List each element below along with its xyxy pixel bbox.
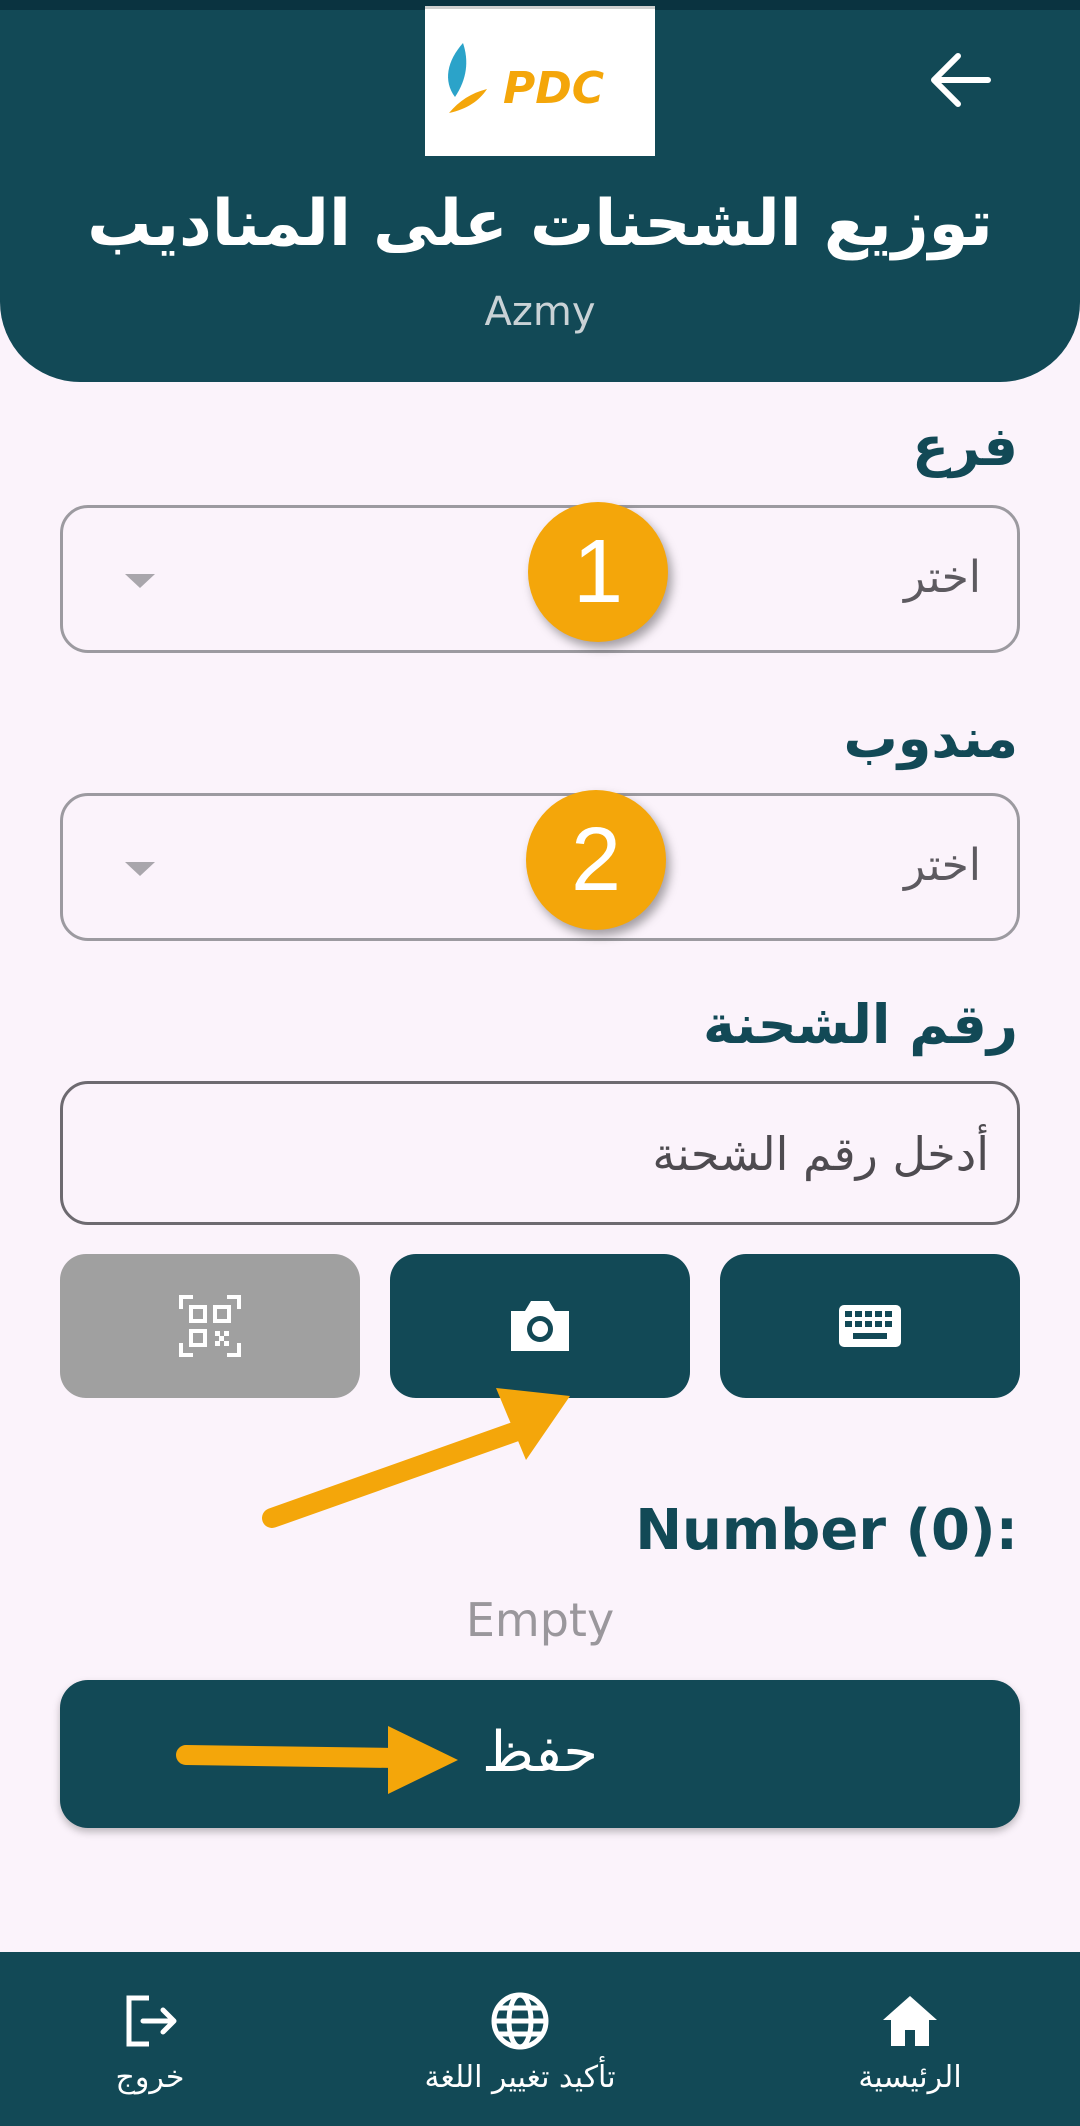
shipment-label: رقم الشحنة: [702, 993, 1018, 1056]
nav-item-logout[interactable]: خروج: [90, 1952, 210, 2126]
nav-item-language[interactable]: تأكيد تغيير اللغة: [380, 1952, 660, 2126]
keyboard-input-button[interactable]: [720, 1254, 1020, 1398]
globe-icon: [491, 1992, 549, 2050]
logout-icon: [126, 1995, 177, 2047]
nav-item-language-label: تأكيد تغيير اللغة: [424, 2060, 616, 2095]
step-badge-1: 1: [528, 502, 668, 642]
shipment-count-label: Number (0):: [635, 1498, 1018, 1563]
bottom-navigation: الرئيسية تأكيد تغيير اللغة خروج: [0, 1952, 1080, 2126]
page-title: توزيع الشحنات على المناديب: [87, 187, 993, 261]
chevron-down-icon: [125, 862, 155, 876]
camera-scan-button[interactable]: [390, 1254, 690, 1398]
agent-select-value: اختر: [904, 840, 981, 891]
home-icon: [883, 1996, 937, 2046]
nav-item-home[interactable]: الرئيسية: [820, 1952, 1000, 2126]
camera-icon: [511, 1301, 569, 1351]
arrow-back-icon: [931, 53, 991, 107]
qr-scan-button[interactable]: [60, 1254, 360, 1398]
shipment-number-placeholder: أدخل رقم الشحنة: [652, 1127, 989, 1181]
qr-code-icon: [179, 1295, 241, 1357]
shipment-number-input[interactable]: أدخل رقم الشحنة: [60, 1081, 1020, 1225]
branch-select-value: اختر: [904, 552, 981, 603]
logo-text: PDC: [503, 63, 604, 114]
branch-label: فرع: [912, 415, 1018, 478]
agent-label: مندوب: [843, 707, 1019, 770]
keyboard-icon: [839, 1305, 901, 1347]
nav-item-home-label: الرئيسية: [858, 2060, 962, 2095]
save-button[interactable]: حفظ: [60, 1680, 1020, 1828]
annotation-arrow-camera: [262, 1388, 570, 1528]
back-button[interactable]: [920, 40, 1000, 120]
page-subtitle: Azmy: [484, 289, 596, 335]
app-header: PDC توزيع الشحنات على المناديب Azmy: [0, 0, 1080, 382]
save-button-label: حفظ: [481, 1720, 599, 1785]
step-badge-2: 2: [526, 790, 666, 930]
nav-item-logout-label: خروج: [115, 2060, 185, 2095]
chevron-down-icon: [125, 574, 155, 588]
pdc-logo: PDC: [425, 6, 655, 156]
empty-list-text: Empty: [465, 1593, 615, 1647]
